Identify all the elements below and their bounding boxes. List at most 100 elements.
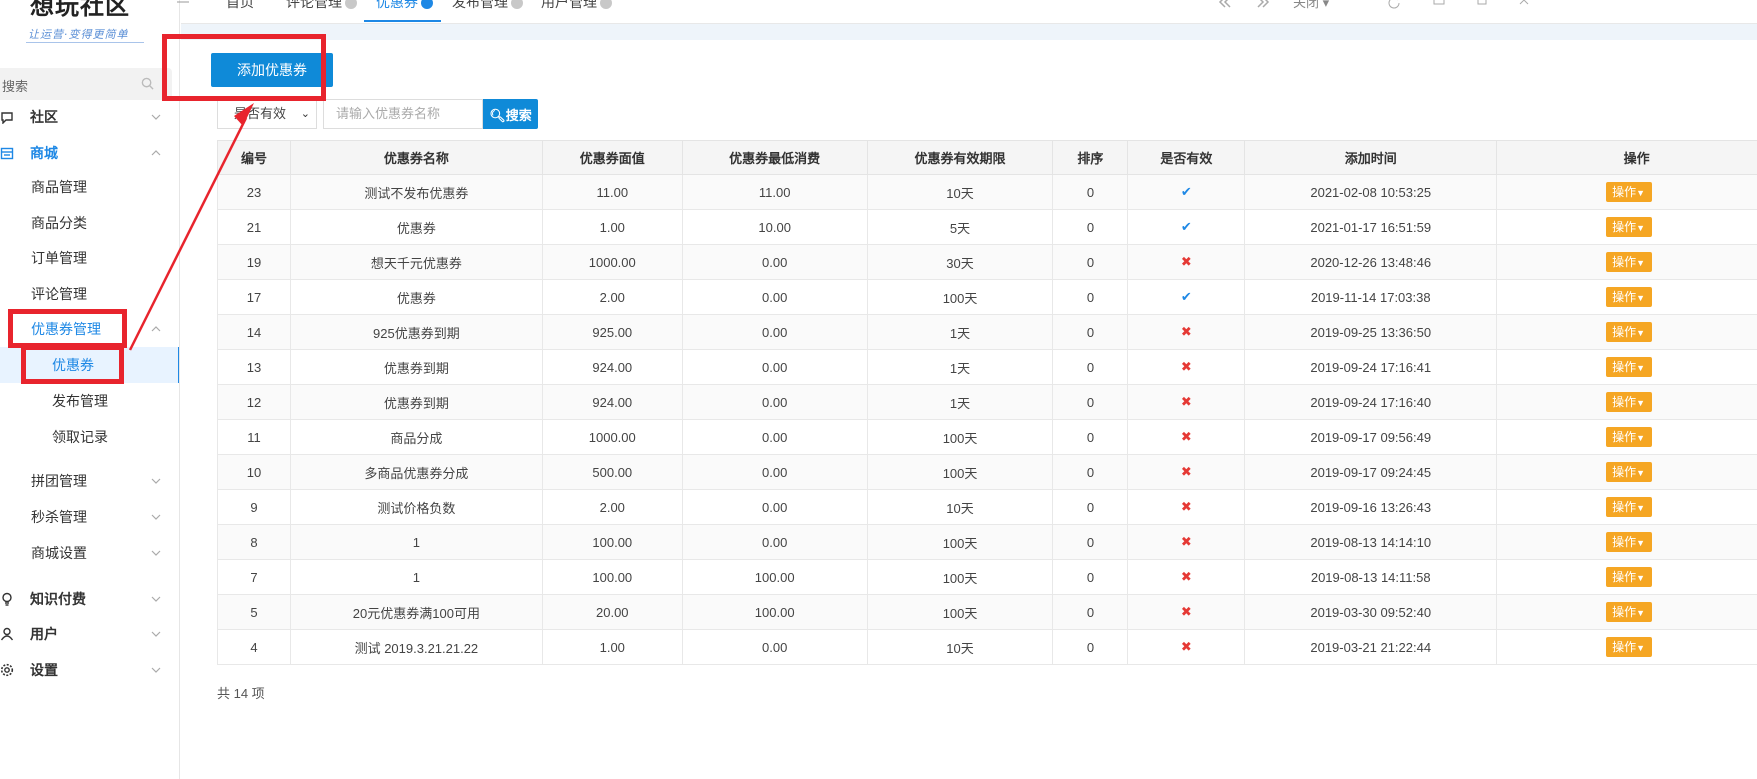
nav-comment-manage[interactable]: 评论管理	[0, 276, 179, 312]
cell-id: 5	[217, 594, 291, 630]
close-icon[interactable]	[345, 0, 357, 10]
tab-home[interactable]: 首页	[226, 0, 254, 22]
trash-icon[interactable]	[1474, 0, 1490, 10]
table-row: 7 1 100.00 100.00 100天 0 ✖ 2019-08-13 14:11:58 操…	[217, 559, 1757, 595]
nav-goods-manage[interactable]: 商品管理	[0, 169, 179, 205]
scroll-right-icon[interactable]	[1256, 0, 1272, 10]
cell-id: 11	[217, 419, 291, 455]
caret-down-icon: ▼	[1636, 188, 1646, 198]
tab-user-manage[interactable]: 用户管理	[541, 0, 612, 22]
cell-valid: ✖	[1127, 489, 1246, 525]
tab-label: 优惠券	[376, 0, 418, 10]
cell-name: 测试不发布优惠券	[289, 174, 543, 210]
cell-min: 10.00	[681, 209, 868, 245]
row-action-button[interactable]: 操作▼	[1605, 287, 1652, 307]
table-row: 8 1 100.00 0.00 100天 0 ✖ 2019-08-13 14:14:10 操作▼	[217, 524, 1757, 560]
row-action-button[interactable]: 操作▼	[1605, 602, 1652, 622]
scroll-left-icon[interactable]	[1216, 0, 1232, 10]
nav-publish-manage[interactable]: 发布管理	[0, 383, 179, 419]
cell-actions: 操作▼	[1496, 594, 1757, 630]
chevron-down-icon	[151, 596, 161, 602]
cell-value: 100.00	[541, 559, 683, 595]
row-action-button[interactable]: 操作▼	[1605, 637, 1652, 657]
cell-time: 2019-09-24 17:16:41	[1244, 349, 1498, 385]
close-icon[interactable]	[421, 0, 433, 10]
row-action-button[interactable]: 操作▼	[1605, 357, 1652, 377]
annotation-box-coupon-item	[21, 345, 124, 384]
row-action-button[interactable]: 操作▼	[1605, 217, 1652, 237]
fullscreen-icon[interactable]	[1344, 0, 1360, 10]
cell-period: 30天	[866, 244, 1054, 280]
cell-valid: ✖	[1127, 314, 1246, 350]
cell-period: 5天	[866, 209, 1054, 245]
row-action-label: 操作	[1612, 570, 1637, 584]
row-action-button[interactable]: 操作▼	[1605, 532, 1652, 552]
refresh-icon[interactable]	[1386, 0, 1402, 10]
chat-icon	[1, 112, 13, 124]
nav-mall-settings[interactable]: 商城设置	[0, 535, 179, 571]
nav-community[interactable]: 社区	[0, 99, 179, 135]
cell-id: 13	[217, 349, 291, 385]
tab-publish-manage[interactable]: 发布管理	[452, 0, 523, 22]
row-action-button[interactable]: 操作▼	[1605, 567, 1652, 587]
nav-goods-category[interactable]: 商品分类	[0, 205, 179, 241]
lock-icon[interactable]	[1431, 0, 1447, 10]
caret-down-icon: ▼	[1636, 643, 1646, 653]
row-action-button[interactable]: 操作▼	[1605, 427, 1652, 447]
menu-toggle-icon[interactable]	[175, 0, 191, 10]
cell-id: 4	[217, 629, 291, 665]
cell-valid: ✖	[1127, 629, 1246, 665]
cell-name: 优惠券	[289, 209, 543, 245]
cell-value: 1000.00	[541, 419, 683, 455]
cell-valid: ✔	[1127, 174, 1246, 210]
sidebar-search[interactable]: 搜索	[0, 68, 172, 100]
cell-name: 优惠券到期	[289, 349, 543, 385]
search-button[interactable]: 🔍︎搜索	[483, 99, 538, 129]
nav-flash-sale[interactable]: 秒杀管理	[0, 499, 179, 535]
cell-time: 2020-12-26 13:48:46	[1244, 244, 1498, 280]
cell-id: 7	[217, 559, 291, 595]
search-icon[interactable]	[141, 77, 154, 90]
chevron-down-icon: ⌄	[300, 108, 310, 120]
table-row: 12 优惠券到期 924.00 0.00 1天 0 ✖ 2019-09-24 17:16:40…	[217, 384, 1757, 420]
cell-period: 100天	[866, 594, 1054, 630]
nav-mall[interactable]: 商城	[0, 135, 179, 171]
annotation-box-coupon-manage	[8, 309, 127, 348]
nav-label: 设置	[30, 662, 58, 678]
cell-min: 0.00	[681, 349, 868, 385]
nav-settings[interactable]: 设置	[0, 652, 179, 688]
close-tabs-dropdown[interactable]: 关闭 ▾	[1293, 0, 1333, 10]
coupon-name-search-input[interactable]: 请输入优惠券名称	[323, 99, 483, 129]
annotation-box-add-button	[162, 34, 326, 101]
close-icon[interactable]	[600, 0, 612, 10]
exit-icon[interactable]	[1516, 0, 1532, 10]
valid-filter-select[interactable]: 是否有效 ⌄	[217, 99, 317, 129]
total-count: 共 14 项	[217, 686, 265, 701]
row-action-button[interactable]: 操作▼	[1605, 462, 1652, 482]
cell-sort: 0	[1052, 594, 1129, 630]
close-icon[interactable]	[511, 0, 523, 10]
row-action-button[interactable]: 操作▼	[1605, 182, 1652, 202]
cell-period: 10天	[866, 629, 1054, 665]
cell-id: 8	[217, 524, 291, 560]
logo-underline	[26, 42, 144, 43]
nav-order-manage[interactable]: 订单管理	[0, 240, 179, 276]
col-add-time-header: 添加时间	[1244, 140, 1498, 175]
cell-time: 2019-03-21 21:22:44	[1244, 629, 1498, 665]
nav-user[interactable]: 用户	[0, 616, 179, 652]
cell-valid: ✖	[1127, 384, 1246, 420]
tab-label: 发布管理	[452, 0, 508, 10]
cell-valid: ✖	[1127, 524, 1246, 560]
cell-actions: 操作▼	[1496, 559, 1757, 595]
row-action-button[interactable]: 操作▼	[1605, 497, 1652, 517]
row-action-button[interactable]: 操作▼	[1605, 252, 1652, 272]
nav-knowledge-pay[interactable]: 知识付费	[0, 581, 179, 617]
row-action-button[interactable]: 操作▼	[1605, 322, 1652, 342]
cell-value: 2.00	[541, 489, 683, 525]
cell-id: 10	[217, 454, 291, 490]
nav-group-buy[interactable]: 拼团管理	[0, 463, 179, 499]
tab-coupon[interactable]: 优惠券	[364, 0, 441, 22]
tab-comment-manage[interactable]: 评论管理	[286, 0, 357, 22]
row-action-button[interactable]: 操作▼	[1605, 392, 1652, 412]
nav-claim-record[interactable]: 领取记录	[0, 419, 179, 455]
